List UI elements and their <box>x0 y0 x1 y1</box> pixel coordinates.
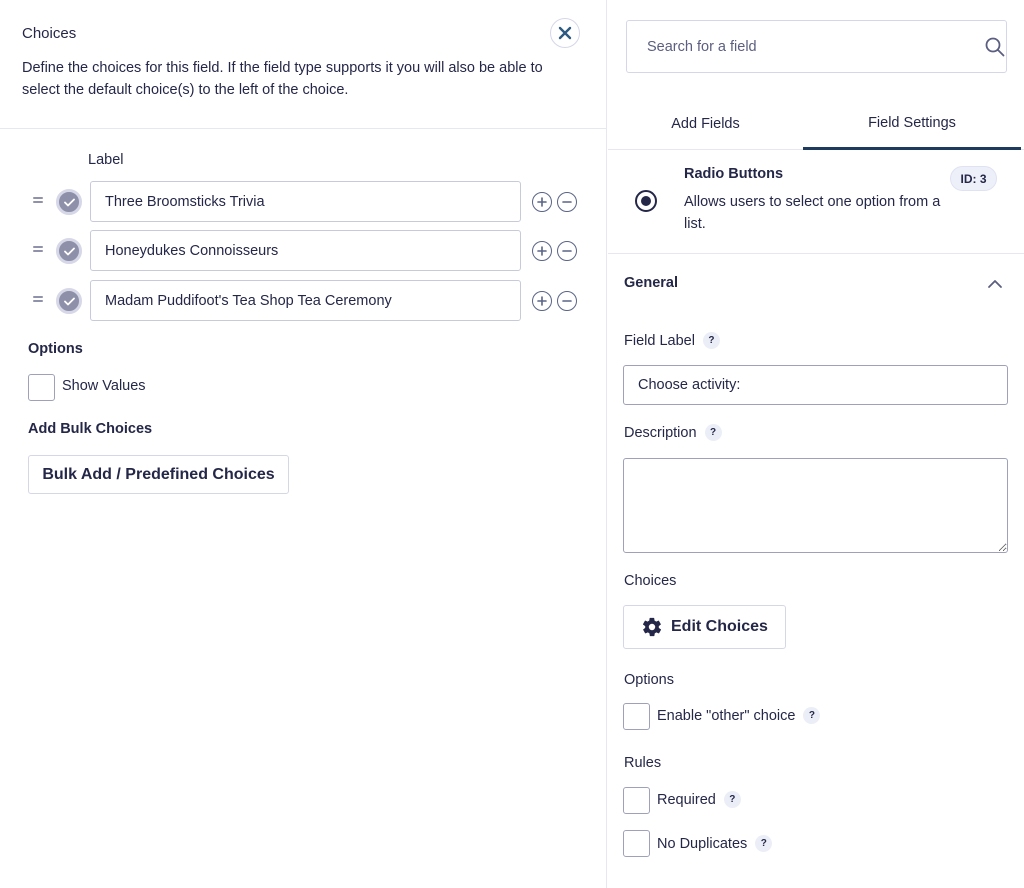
no-duplicates-label: No Duplicates <box>657 835 748 852</box>
close-button[interactable] <box>550 18 580 48</box>
rules-setting-title: Rules <box>624 755 662 771</box>
field-type-description: Allows users to select one option from a… <box>684 194 941 232</box>
label-column-header: Label <box>88 152 124 168</box>
gear-icon <box>642 617 662 637</box>
add-choice-button[interactable] <box>532 192 552 212</box>
checkmark-icon <box>63 247 75 255</box>
tab-field-settings[interactable]: Field Settings <box>803 98 1021 150</box>
minus-icon <box>562 250 572 252</box>
plus-icon <box>537 296 547 306</box>
remove-choice-button[interactable] <box>557 291 577 311</box>
bulk-add-button[interactable]: Bulk Add / Predefined Choices <box>28 455 289 494</box>
options-heading: Options <box>28 341 83 357</box>
show-values-checkbox[interactable] <box>28 374 55 401</box>
help-icon[interactable]: ? <box>702 332 720 349</box>
field-label-input[interactable] <box>623 365 1008 405</box>
enable-other-setting: Enable "other" choice ? <box>657 707 821 724</box>
options-setting-title: Options <box>624 672 674 688</box>
checkmark-icon <box>63 297 75 305</box>
bulk-choices-heading: Add Bulk Choices <box>28 421 153 437</box>
checkmark-icon <box>63 198 75 206</box>
add-choice-button[interactable] <box>532 291 552 311</box>
field-settings-sidebar: Add Fields Field Settings Radio Buttons … <box>608 0 1024 888</box>
add-choice-button[interactable] <box>532 241 552 261</box>
choice-row <box>0 280 607 321</box>
default-choice-toggle[interactable] <box>56 288 82 314</box>
minus-icon <box>562 300 572 302</box>
remove-choice-button[interactable] <box>557 192 577 212</box>
close-icon <box>558 26 572 40</box>
field-label-setting: Field Label ? <box>624 332 720 349</box>
edit-choices-label: Edit Choices <box>671 618 768 635</box>
remove-choice-button[interactable] <box>557 241 577 261</box>
choice-label-input[interactable] <box>90 181 521 222</box>
drag-handle-icon[interactable] <box>33 194 43 204</box>
general-section-toggle[interactable]: General <box>608 254 1024 314</box>
required-label: Required <box>657 791 716 808</box>
sidebar-tabs: Add Fields Field Settings <box>608 98 1024 150</box>
choices-panel: Choices Define the choices for this fiel… <box>0 0 607 888</box>
chevron-up-icon <box>988 280 1002 288</box>
search-icon[interactable] <box>984 36 1006 58</box>
tab-add-fields[interactable]: Add Fields <box>608 98 803 150</box>
edit-choices-button[interactable]: Edit Choices <box>623 605 786 649</box>
field-search-box <box>626 20 1007 73</box>
default-choice-toggle[interactable] <box>56 238 82 264</box>
choices-panel-header: Choices Define the choices for this fiel… <box>0 0 607 129</box>
help-icon[interactable]: ? <box>704 424 722 441</box>
field-type-card: Radio Buttons Allows users to select one… <box>608 150 1024 254</box>
choices-panel-description: Define the choices for this field. If th… <box>22 60 543 98</box>
help-icon[interactable]: ? <box>723 791 741 808</box>
help-icon[interactable]: ? <box>755 835 773 852</box>
field-id-badge: ID: 3 <box>950 166 997 191</box>
plus-icon <box>537 246 547 256</box>
enable-other-label: Enable "other" choice <box>657 707 796 724</box>
radio-button-icon <box>635 190 657 212</box>
help-icon[interactable]: ? <box>803 707 821 724</box>
drag-handle-icon[interactable] <box>33 293 43 303</box>
search-input[interactable] <box>627 21 967 72</box>
field-label-title: Field Label <box>624 332 695 349</box>
minus-icon <box>562 201 572 203</box>
description-title: Description <box>624 424 697 441</box>
choice-label-input[interactable] <box>90 230 521 271</box>
plus-icon <box>537 197 547 207</box>
description-setting: Description ? <box>624 424 722 441</box>
description-textarea[interactable] <box>623 458 1008 553</box>
choice-row <box>0 230 607 271</box>
no-duplicates-checkbox[interactable] <box>623 830 650 857</box>
choices-panel-title: Choices <box>22 25 77 42</box>
show-values-label: Show Values <box>62 378 146 394</box>
required-setting: Required ? <box>657 791 741 808</box>
choice-label-input[interactable] <box>90 280 521 321</box>
required-checkbox[interactable] <box>623 787 650 814</box>
no-duplicates-setting: No Duplicates ? <box>657 835 773 852</box>
field-type-name: Radio Buttons <box>684 166 784 182</box>
default-choice-toggle[interactable] <box>56 189 82 215</box>
general-section-title: General <box>624 275 678 291</box>
choice-row <box>0 181 607 222</box>
enable-other-checkbox[interactable] <box>623 703 650 730</box>
choices-setting-title: Choices <box>624 573 677 589</box>
drag-handle-icon[interactable] <box>33 243 43 253</box>
